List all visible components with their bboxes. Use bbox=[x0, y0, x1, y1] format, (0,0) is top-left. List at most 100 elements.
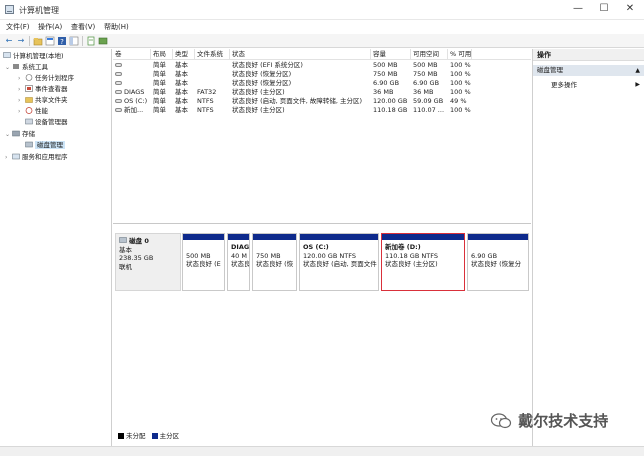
partition-name bbox=[186, 243, 222, 252]
chevron-right-icon[interactable]: › bbox=[18, 107, 25, 117]
tree-item-label: 系统工具 bbox=[22, 63, 48, 71]
collapse-up-icon[interactable]: ▲ bbox=[635, 65, 640, 76]
chevron-right-icon[interactable]: › bbox=[18, 85, 25, 95]
table-row[interactable]: DIAGS 简单 基本 FAT32 状态良好 (主分区) 36 MB 36 MB… bbox=[113, 88, 531, 97]
performance-icon bbox=[25, 107, 33, 114]
chevron-right-icon[interactable]: › bbox=[5, 153, 12, 163]
partition-status: 状态良好 (启动, 页面文件 bbox=[303, 260, 377, 268]
cell-capacity: 500 MB bbox=[373, 61, 398, 69]
cell-type: 基本 bbox=[175, 97, 188, 105]
menu-action[interactable]: 操作(A) bbox=[38, 22, 62, 32]
menu-view[interactable]: 查看(V) bbox=[71, 22, 95, 32]
folder-up-icon[interactable] bbox=[33, 36, 43, 46]
cell-filesystem bbox=[195, 61, 230, 70]
chevron-down-icon[interactable]: ⌄ bbox=[5, 130, 12, 140]
disk-0-label[interactable]: 磁盘 0 基本 238.35 GB 联机 bbox=[115, 233, 181, 291]
partition-efi[interactable]: 500 MB 状态良好 (E bbox=[182, 233, 225, 291]
column-header-status[interactable]: 状态 bbox=[230, 49, 371, 60]
help-icon[interactable]: ? bbox=[57, 36, 67, 46]
event-viewer-icon bbox=[25, 85, 33, 92]
column-header-type[interactable]: 类型 bbox=[173, 49, 195, 60]
column-header-capacity[interactable]: 容量 bbox=[371, 49, 411, 60]
column-header-free-space[interactable]: 可用空间 bbox=[411, 49, 448, 60]
actions-header: 操作 bbox=[533, 49, 644, 61]
tree-item-system-tools[interactable]: ⌄ 系统工具 bbox=[5, 62, 48, 72]
tree-item-event-viewer[interactable]: › 事件查看器 bbox=[18, 84, 68, 94]
chevron-down-icon[interactable]: ⌄ bbox=[5, 63, 12, 73]
clock-icon bbox=[25, 74, 33, 81]
disk-status: 联机 bbox=[119, 262, 132, 271]
partition-recovery-1[interactable]: 750 MB 状态良好 (恢 bbox=[252, 233, 297, 291]
close-button[interactable]: ✕ bbox=[617, 2, 643, 16]
column-header-layout[interactable]: 布局 bbox=[151, 49, 173, 60]
cell-layout: 简单 bbox=[153, 70, 166, 78]
table-row[interactable]: 新加... 简单 基本 NTFS 状态良好 (主分区) 110.18 GB 11… bbox=[113, 106, 531, 115]
partition-diags[interactable]: DIAG 40 M 状态良 bbox=[227, 233, 250, 291]
help-topics-icon[interactable] bbox=[86, 36, 96, 46]
table-row[interactable]: 简单 基本 状态良好 (恢复分区) 6.90 GB 6.90 GB 100 % bbox=[113, 79, 531, 88]
tree-item-shared-folders[interactable]: › 共享文件夹 bbox=[18, 95, 68, 105]
column-header-percent-free[interactable]: % 可用 bbox=[448, 49, 472, 60]
cell-percent-free: 100 % bbox=[450, 70, 471, 78]
maximize-button[interactable]: ☐ bbox=[591, 2, 617, 16]
cell-layout: 简单 bbox=[153, 61, 166, 69]
tree-item-performance[interactable]: › 性能 bbox=[18, 106, 48, 116]
partition-status: 状态良好 (恢复分 bbox=[471, 260, 522, 268]
chevron-right-icon[interactable]: › bbox=[18, 74, 25, 84]
cell-status: 状态良好 (恢复分区) bbox=[232, 79, 292, 87]
navigation-tree: 计算机管理(本地) ⌄ 系统工具 › 任务计划程序 › 事件查看器 › 共享文件夹 › 性… bbox=[0, 49, 112, 446]
partition-new-volume-d[interactable]: 新加卷 (D:) 110.18 GB NTFS 状态良好 (主分区) bbox=[381, 233, 465, 291]
chevron-right-icon: ▶ bbox=[635, 81, 640, 88]
tree-item-label: 服务和应用程序 bbox=[22, 153, 68, 161]
minimize-button[interactable]: — bbox=[565, 2, 591, 16]
menu-file[interactable]: 文件(F) bbox=[6, 22, 30, 32]
cell-percent-free: 100 % bbox=[450, 88, 471, 96]
column-header-filesystem[interactable]: 文件系统 bbox=[195, 49, 230, 60]
cell-free-space: 59.09 GB bbox=[413, 97, 444, 105]
tree-item-task-scheduler[interactable]: › 任务计划程序 bbox=[18, 73, 74, 83]
cell-type: 基本 bbox=[175, 88, 188, 96]
tools-icon bbox=[12, 63, 20, 70]
cell-free-space: 36 MB bbox=[413, 88, 434, 96]
cell-layout: 简单 bbox=[153, 88, 166, 96]
disk-type: 基本 bbox=[119, 245, 132, 254]
partition-name: DIAG bbox=[231, 243, 249, 251]
cell-status: 状态良好 (启动, 页面文件, 故障转储, 主分区) bbox=[232, 97, 363, 105]
show-hide-tree-icon[interactable] bbox=[69, 36, 79, 46]
drive-icon bbox=[115, 81, 122, 85]
back-arrow-icon[interactable]: ← bbox=[4, 36, 14, 46]
drive-icon bbox=[115, 72, 122, 76]
table-row[interactable]: OS (C:) 简单 基本 NTFS 状态良好 (启动, 页面文件, 故障转储,… bbox=[113, 97, 531, 106]
tree-item-root[interactable]: 计算机管理(本地) bbox=[3, 51, 64, 61]
drive-icon bbox=[115, 108, 122, 112]
partition-recovery-2[interactable]: 6.90 GB 状态良好 (恢复分 bbox=[467, 233, 529, 291]
partition-size: 500 MB bbox=[186, 251, 211, 260]
status-bar bbox=[0, 446, 644, 456]
cell-status: 状态良好 (恢复分区) bbox=[232, 70, 292, 78]
legend-swatch-primary bbox=[151, 433, 158, 439]
actions-section-disk-management[interactable]: 磁盘管理 ▲ bbox=[533, 65, 644, 76]
tree-item-label: 设备管理器 bbox=[35, 118, 68, 126]
services-icon bbox=[12, 153, 20, 160]
cell-capacity: 750 MB bbox=[373, 70, 398, 78]
tree-item-services-applications[interactable]: › 服务和应用程序 bbox=[5, 152, 68, 162]
table-row[interactable]: 简单 基本 状态良好 (EFI 系统分区) 500 MB 500 MB 100 … bbox=[113, 61, 531, 70]
tree-item-device-manager[interactable]: 设备管理器 bbox=[18, 117, 68, 127]
partition-status: 状态良好 (E bbox=[186, 260, 221, 268]
menu-help[interactable]: 帮助(H) bbox=[104, 22, 129, 32]
tree-item-storage[interactable]: ⌄ 存储 bbox=[5, 129, 35, 139]
cell-status: 状态良好 (主分区) bbox=[232, 106, 285, 114]
extra-icon[interactable] bbox=[98, 36, 108, 46]
partition-os-c[interactable]: OS (C:) 120.00 GB NTFS 状态良好 (启动, 页面文件 bbox=[299, 233, 379, 291]
properties-icon[interactable] bbox=[45, 36, 55, 46]
cell-free-space: 6.90 GB bbox=[413, 79, 440, 87]
tree-item-disk-management[interactable]: 磁盘管理 bbox=[18, 140, 65, 150]
cell-status: 状态良好 (EFI 系统分区) bbox=[232, 61, 303, 69]
tree-item-label: 事件查看器 bbox=[35, 85, 68, 93]
more-actions-item[interactable]: 更多操作 ▶ bbox=[533, 80, 644, 90]
forward-arrow-icon[interactable]: → bbox=[16, 36, 26, 46]
chevron-right-icon[interactable]: › bbox=[18, 96, 25, 106]
column-header-volume[interactable]: 卷 bbox=[113, 49, 151, 60]
table-row[interactable]: 简单 基本 状态良好 (恢复分区) 750 MB 750 MB 100 % bbox=[113, 70, 531, 79]
cell-volume: DIAGS bbox=[124, 88, 145, 96]
